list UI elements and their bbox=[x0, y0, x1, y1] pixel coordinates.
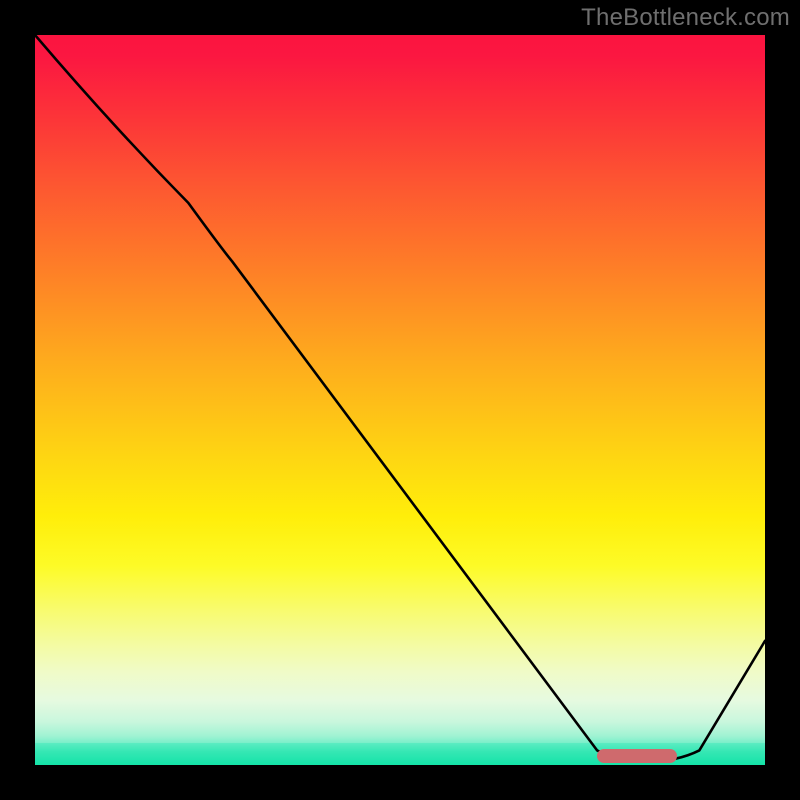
plot-area bbox=[35, 35, 765, 765]
attribution-text: TheBottleneck.com bbox=[581, 4, 790, 32]
chart-container: TheBottleneck.com bbox=[0, 0, 800, 800]
curve-path bbox=[35, 35, 765, 761]
bottleneck-curve bbox=[35, 35, 765, 765]
optimal-range-marker bbox=[597, 749, 677, 763]
